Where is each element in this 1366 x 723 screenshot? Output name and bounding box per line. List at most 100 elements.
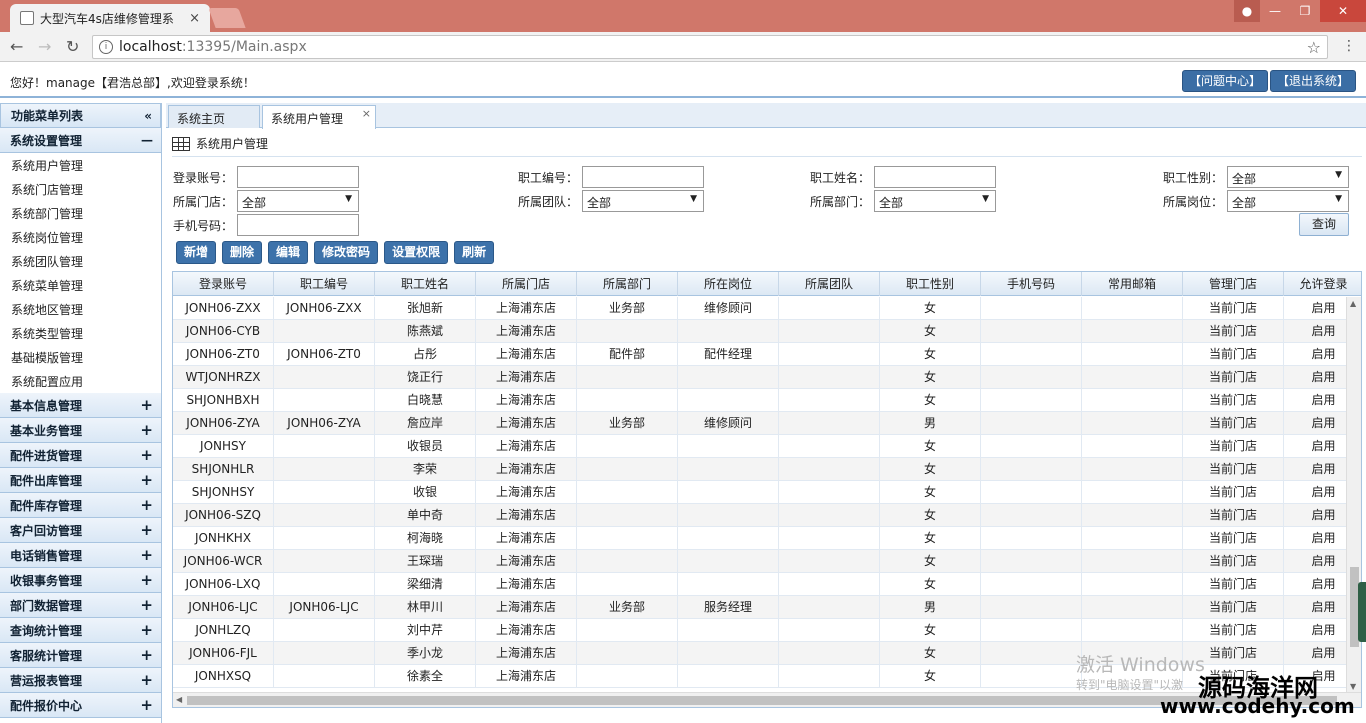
- sidebar-group[interactable]: 配件报价中心 +: [0, 693, 161, 718]
- sidebar-group[interactable]: 客服统计管理 +: [0, 643, 161, 668]
- tab-user-management[interactable]: 系统用户管理 ×: [262, 105, 376, 129]
- action-button[interactable]: 删除: [222, 241, 263, 264]
- column-header[interactable]: 手机号码: [981, 272, 1082, 296]
- login-account-input[interactable]: [237, 166, 359, 188]
- table-row[interactable]: JONH06-LJC JONH06-LJC 林甲川 上海浦东店 业务部 服务经理男当前门店…: [173, 596, 1348, 619]
- site-info-icon[interactable]: i: [99, 40, 113, 54]
- sidebar-item[interactable]: 系统部门管理: [0, 201, 161, 225]
- restore-icon[interactable]: ❐: [1290, 0, 1320, 22]
- table-row[interactable]: JONH06-ZXX JONH06-ZXX 张旭新 上海浦东店 业务部 维修顾问女当前门店…: [173, 297, 1348, 320]
- table-row[interactable]: JONHSY 收银员 上海浦东店 女 当前门店 启用: [173, 435, 1348, 458]
- sidebar-group[interactable]: 收银事务管理 +: [0, 568, 161, 593]
- sidebar-group[interactable]: 客户回访管理 +: [0, 518, 161, 543]
- employee-name-input[interactable]: [874, 166, 996, 188]
- column-header[interactable]: 职工姓名: [375, 272, 476, 296]
- sidebar-group[interactable]: 基本业务管理 +: [0, 418, 161, 443]
- user-profile-icon[interactable]: ●: [1234, 0, 1260, 22]
- table-cell: 张旭新: [375, 297, 476, 320]
- position-select[interactable]: 全部 ▼: [1227, 190, 1349, 212]
- close-tab-icon[interactable]: ×: [362, 107, 371, 120]
- scroll-up-icon[interactable]: ▲: [1350, 299, 1356, 308]
- sidebar-item[interactable]: 系统岗位管理: [0, 225, 161, 249]
- table-row[interactable]: WTJONHRZX 饶正行 上海浦东店 女 当前门店 启用: [173, 366, 1348, 389]
- table-cell: 业务部: [577, 412, 678, 435]
- action-button[interactable]: 设置权限: [384, 241, 449, 264]
- column-header[interactable]: 所属部门: [577, 272, 678, 296]
- table-row[interactable]: JONH06-ZT0 JONH06-ZT0 占彤 上海浦东店 配件部 配件经理女当前门店启…: [173, 343, 1348, 366]
- table-cell: 季小龙: [375, 642, 476, 665]
- table-row[interactable]: JONH06-ZYA JONH06-ZYA 詹应岸 上海浦东店 业务部 维修顾问男当前门店…: [173, 412, 1348, 435]
- sidebar-group[interactable]: 电话销售管理 +: [0, 543, 161, 568]
- table-row[interactable]: JONH06-CYB 陈燕斌 上海浦东店 女 当前门店 启用: [173, 320, 1348, 343]
- sidebar-item[interactable]: 系统配置应用: [0, 369, 161, 393]
- table-row[interactable]: JONHLZQ 刘中芹 上海浦东店 女 当前门店 启用: [173, 619, 1348, 642]
- logout-button[interactable]: 【退出系统】: [1270, 70, 1357, 92]
- browser-tab[interactable]: 大型汽车4s店维修管理系 ×: [10, 4, 210, 32]
- browser-menu-icon[interactable]: ⋮: [1342, 38, 1356, 54]
- table-row[interactable]: JONHKHX 柯海晓 上海浦东店 女 当前门店 启用: [173, 527, 1348, 550]
- table-cell: 上海浦东店: [476, 343, 577, 366]
- table-cell: 上海浦东店: [476, 550, 577, 573]
- department-select[interactable]: 全部 ▼: [874, 190, 996, 212]
- bookmark-star-icon[interactable]: ☆: [1307, 38, 1321, 57]
- column-header[interactable]: 所属门店: [476, 272, 577, 296]
- column-header[interactable]: 登录账号: [173, 272, 274, 296]
- table-row[interactable]: SHJONHLR 李荣 上海浦东店 女 当前门店 启用: [173, 458, 1348, 481]
- sidebar-item[interactable]: 系统类型管理: [0, 321, 161, 345]
- sidebar-item[interactable]: 系统团队管理: [0, 249, 161, 273]
- table-row[interactable]: SHJONHSY 收银 上海浦东店 女 当前门店 启用: [173, 481, 1348, 504]
- sidebar-group[interactable]: 配件出库管理 +: [0, 468, 161, 493]
- sidebar-item[interactable]: 系统用户管理: [0, 153, 161, 177]
- table-row[interactable]: JONH06-LXQ 梁细清 上海浦东店 女 当前门店 启用: [173, 573, 1348, 596]
- scroll-left-icon[interactable]: ◀: [176, 695, 182, 704]
- sidebar-group[interactable]: 配件进货管理 +: [0, 443, 161, 468]
- welcome-text: 您好！manage【君浩总部】,欢迎登录系统！: [10, 76, 255, 90]
- team-select[interactable]: 全部 ▼: [582, 190, 704, 212]
- column-header[interactable]: 管理门店: [1183, 272, 1284, 296]
- close-window-icon[interactable]: ✕: [1320, 0, 1366, 22]
- sidebar-group[interactable]: 营运报表管理 +: [0, 668, 161, 693]
- column-header[interactable]: 常用邮箱: [1082, 272, 1183, 296]
- action-button[interactable]: 刷新: [454, 241, 495, 264]
- table-row[interactable]: JONH06-SZQ 单中奇 上海浦东店 女 当前门店 启用: [173, 504, 1348, 527]
- collapse-sidebar-icon[interactable]: «: [144, 109, 152, 123]
- forward-icon[interactable]: →: [38, 37, 51, 56]
- new-tab-button[interactable]: [208, 8, 246, 28]
- gender-select[interactable]: 全部 ▼: [1227, 166, 1349, 188]
- store-select[interactable]: 全部 ▼: [237, 190, 359, 212]
- minimize-icon[interactable]: —: [1260, 0, 1290, 22]
- query-button[interactable]: 查询: [1299, 213, 1349, 236]
- column-header[interactable]: 允许登录: [1284, 272, 1361, 296]
- panel-title: 系统用户管理: [172, 135, 268, 152]
- back-icon[interactable]: ←: [10, 37, 23, 56]
- employee-no-input[interactable]: [582, 166, 704, 188]
- tab-home[interactable]: 系统主页: [168, 105, 260, 128]
- column-header[interactable]: 所在岗位: [678, 272, 779, 296]
- table-row[interactable]: JONH06-WCR 王琛瑞 上海浦东店 女 当前门店 启用: [173, 550, 1348, 573]
- sidebar-group[interactable]: 配件库存管理 +: [0, 493, 161, 518]
- scroll-down-icon[interactable]: ▼: [1350, 682, 1356, 691]
- action-button[interactable]: 编辑: [268, 241, 309, 264]
- close-tab-icon[interactable]: ×: [189, 11, 200, 26]
- column-header[interactable]: 职工性别: [880, 272, 981, 296]
- sidebar-group[interactable]: 部门数据管理 +: [0, 593, 161, 618]
- table-cell: [678, 435, 779, 458]
- column-header[interactable]: 职工编号: [274, 272, 375, 296]
- url-input[interactable]: i localhost:13395/Main.aspx ☆: [92, 35, 1328, 59]
- phone-input[interactable]: [237, 214, 359, 236]
- table-row[interactable]: SHJONHBXH 白晓慧 上海浦东店 女 当前门店 启用: [173, 389, 1348, 412]
- sidebar-item[interactable]: 基础模版管理: [0, 345, 161, 369]
- action-button[interactable]: 修改密码: [314, 241, 379, 264]
- sidebar-group[interactable]: 查询统计管理 +: [0, 618, 161, 643]
- table-cell: 王琛瑞: [375, 550, 476, 573]
- column-header[interactable]: 所属团队: [779, 272, 880, 296]
- sidebar-group[interactable]: 基本信息管理 +: [0, 393, 161, 418]
- action-button[interactable]: 新增: [176, 241, 217, 264]
- sidebar-group-label: 配件库存管理: [10, 498, 83, 513]
- sidebar-group-system-settings[interactable]: 系统设置管理 —: [0, 128, 161, 153]
- reload-icon[interactable]: ↻: [66, 37, 79, 56]
- sidebar-item[interactable]: 系统菜单管理: [0, 273, 161, 297]
- help-center-button[interactable]: 【问题中心】: [1182, 70, 1269, 92]
- sidebar-item[interactable]: 系统门店管理: [0, 177, 161, 201]
- sidebar-item[interactable]: 系统地区管理: [0, 297, 161, 321]
